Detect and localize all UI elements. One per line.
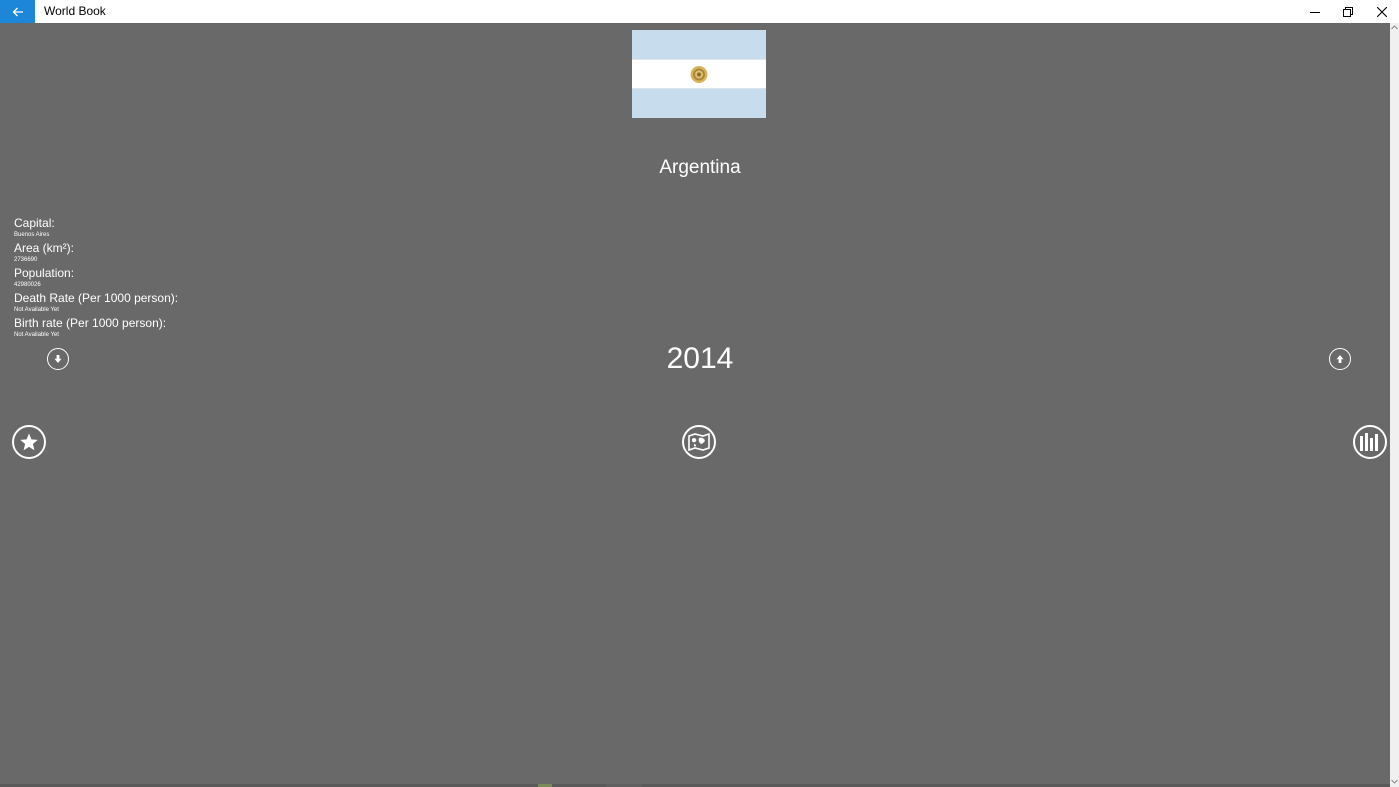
favorite-button[interactable] (12, 425, 46, 459)
vertical-scrollbar[interactable] (1390, 23, 1399, 787)
country-name: Argentina (659, 157, 741, 178)
close-icon (1377, 6, 1387, 17)
title-bar: World Book (0, 0, 1399, 23)
app-title: World Book (44, 4, 106, 18)
next-year-button[interactable] (1329, 348, 1351, 370)
scroll-up-icon[interactable] (1391, 24, 1398, 31)
back-button[interactable] (0, 0, 35, 23)
population-label: Population: (14, 266, 75, 280)
bar-chart-icon (1360, 433, 1378, 451)
restore-button[interactable] (1331, 0, 1365, 23)
map-icon (688, 433, 710, 451)
country-flag (632, 30, 766, 118)
star-icon (20, 433, 38, 451)
minimize-icon (1310, 11, 1320, 13)
country-info: Capital: Buenos Aires Area (km²): 273669… (14, 217, 178, 342)
arrow-up-icon (1336, 355, 1344, 363)
close-button[interactable] (1365, 0, 1399, 23)
sun-of-may-icon (690, 66, 708, 83)
minimize-button[interactable] (1298, 0, 1332, 23)
area-label: Area (km²): (14, 241, 74, 255)
arrow-down-icon (54, 355, 62, 363)
map-button[interactable] (682, 425, 716, 459)
capital-label: Capital: (14, 216, 55, 230)
year-display: 2014 (666, 342, 734, 375)
statistics-button[interactable] (1353, 425, 1387, 459)
birth-rate-label: Birth rate (Per 1000 person): (14, 316, 167, 330)
scroll-down-icon[interactable] (1391, 778, 1398, 785)
arrow-left-icon (12, 7, 23, 16)
birth-rate-value: Not Available Yet (14, 332, 59, 338)
restore-icon (1343, 6, 1353, 17)
previous-year-button[interactable] (47, 348, 69, 370)
death-rate-label: Death Rate (Per 1000 person): (14, 291, 179, 305)
